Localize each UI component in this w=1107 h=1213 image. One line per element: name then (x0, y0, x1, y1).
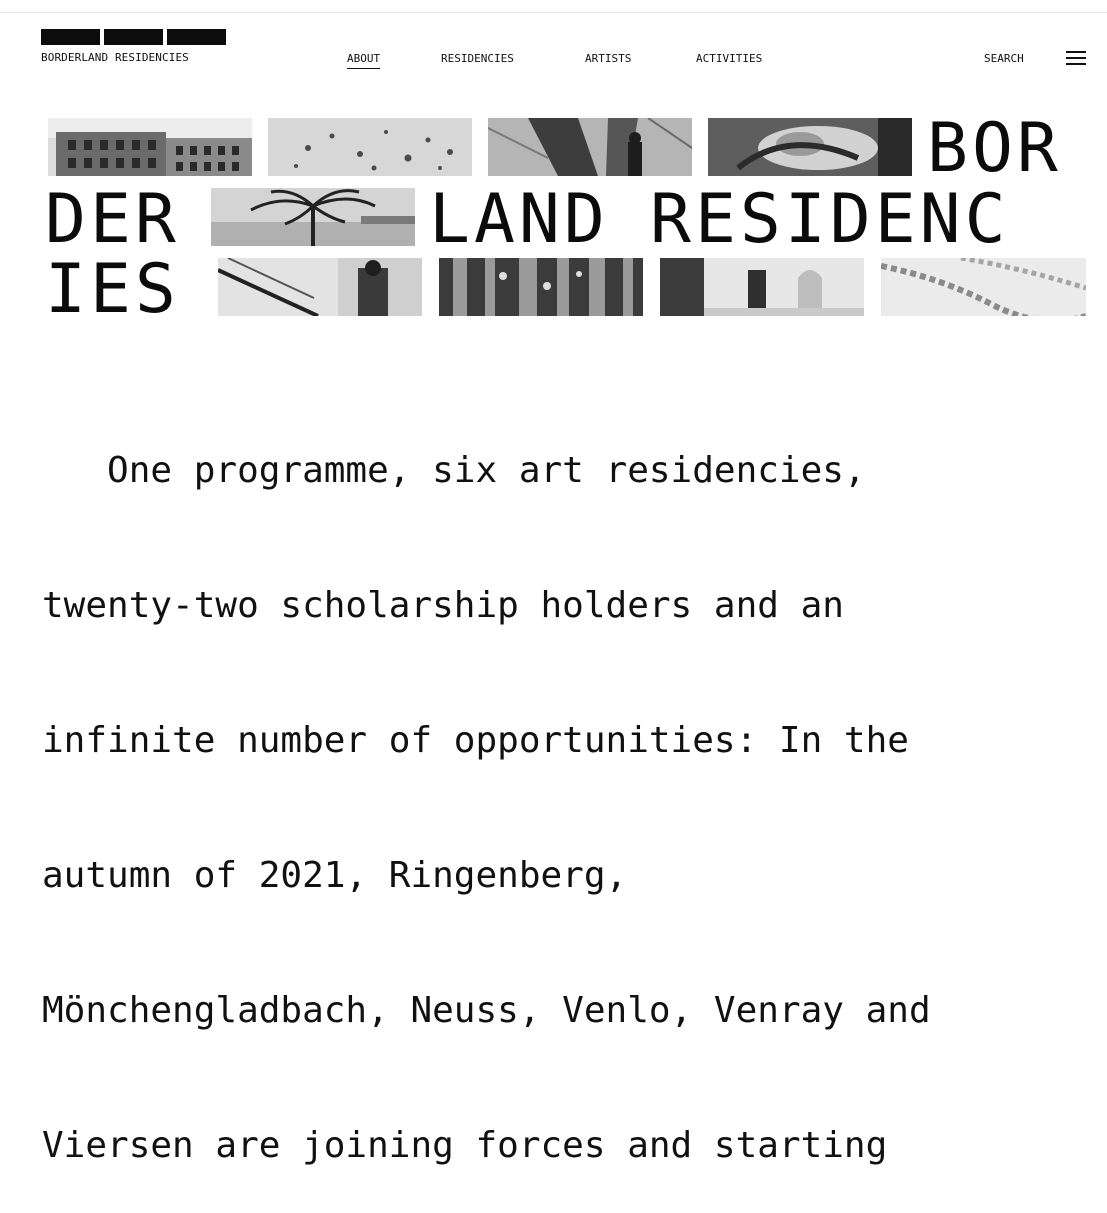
photo-chain (881, 258, 1086, 316)
intro-line: infinite number of opportunities: In the (42, 720, 909, 761)
hero-word-bor: BOR (927, 109, 1062, 188)
hero-word-residenc: RESIDENC (650, 180, 1010, 259)
hero-word-ies: IES (45, 250, 180, 329)
nav-item-about[interactable]: ABOUT (347, 52, 381, 69)
top-divider (0, 12, 1107, 13)
nav-item-artists[interactable]: ARTISTS (585, 52, 631, 65)
intro-line: autumn of 2021, Ringenberg, (42, 855, 628, 896)
logo-text: BORDERLAND RESIDENCIES (41, 51, 189, 64)
photo-tree-figure (488, 118, 692, 176)
hero-word-land: LAND (429, 180, 609, 259)
photo-handrail (218, 258, 422, 316)
intro-line: Mönchengladbach, Neuss, Venlo, Venray an… (42, 990, 931, 1031)
photo-building (48, 118, 252, 176)
site-logo[interactable]: BORDERLAND RESIDENCIES (41, 29, 226, 64)
search-button[interactable]: SEARCH (984, 52, 1024, 65)
photo-room (660, 258, 864, 316)
nav-item-residencies[interactable]: RESIDENCIES (441, 52, 514, 65)
hero-word-der: DER (45, 180, 180, 259)
logo-bars (41, 29, 226, 45)
photo-palm-tree (211, 188, 415, 246)
photo-hands (708, 118, 912, 176)
intro-line: One programme, six art residencies, (42, 450, 866, 491)
photo-light-grid (439, 258, 643, 316)
photo-dotted-wall (268, 118, 472, 176)
intro-line: Viersen are joining forces and starting (42, 1125, 888, 1166)
hamburger-menu-icon[interactable] (1066, 51, 1086, 65)
intro-line: twenty-two scholarship holders and an (42, 585, 844, 626)
nav-item-activities[interactable]: ACTIVITIES (696, 52, 762, 65)
intro-text: One programme, six art residencies, twen… (42, 358, 1082, 1213)
